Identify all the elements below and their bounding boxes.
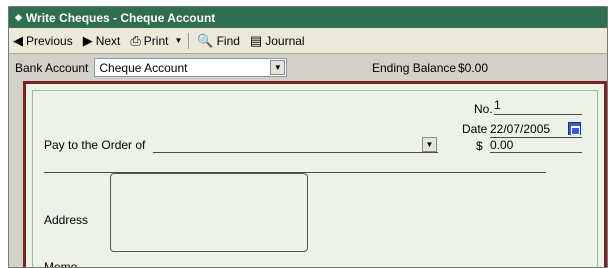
- printer-icon: ⎙: [130, 32, 141, 48]
- cheque-form: No. 1 Date 22/07/2005 Pay to the Order o…: [23, 81, 607, 268]
- pay-to-label: Pay to the Order of: [44, 138, 146, 152]
- address-textarea[interactable]: [110, 173, 308, 252]
- find-button[interactable]: 🔍 Find: [197, 33, 240, 49]
- print-button[interactable]: ⎙ Print: [130, 33, 168, 49]
- chevron-down-icon[interactable]: ▼: [270, 60, 286, 75]
- amount-value: 0.00: [490, 138, 514, 152]
- dollar-sign: $: [476, 139, 483, 153]
- find-label: Find: [216, 33, 240, 48]
- next-label: Next: [95, 33, 121, 48]
- previous-icon: ◀: [13, 32, 23, 48]
- print-dropdown-arrow[interactable]: ▼: [174, 36, 182, 45]
- ending-balance-label: Ending Balance: [372, 60, 457, 75]
- date-label: Date: [462, 122, 488, 136]
- previous-button[interactable]: ◀ Previous: [13, 33, 73, 49]
- cheque-no-value: 1: [494, 98, 501, 112]
- toolbar: ◀ Previous ▶ Next ⎙ Print ▼ 🔍 Find ▤ Jou…: [9, 28, 607, 54]
- bank-account-select[interactable]: Cheque Account ▼: [94, 58, 288, 77]
- bank-account-label: Bank Account: [15, 60, 89, 75]
- address-label: Address: [44, 213, 89, 227]
- payee-input[interactable]: [153, 136, 438, 153]
- window-title: Write Cheques - Cheque Account: [25, 10, 216, 25]
- title-bar[interactable]: ◆ Write Cheques - Cheque Account: [9, 7, 607, 28]
- memo-input[interactable]: [98, 258, 582, 267]
- cheque-no-field[interactable]: 1: [494, 98, 582, 115]
- calendar-icon[interactable]: [568, 122, 581, 135]
- bank-account-row: Bank Account Cheque Account ▼ Ending Bal…: [9, 55, 607, 80]
- next-button[interactable]: ▶ Next: [83, 33, 121, 49]
- print-label: Print: [143, 33, 169, 48]
- journal-icon: ▤: [249, 32, 263, 48]
- write-cheques-window: ◆ Write Cheques - Cheque Account ◀ Previ…: [8, 6, 608, 268]
- amount-input[interactable]: 0.00: [490, 136, 582, 153]
- toolbar-separator: [188, 32, 190, 49]
- window-menu-icon[interactable]: ◆: [15, 12, 22, 23]
- memo-label: Memo: [44, 260, 78, 268]
- journal-label: Journal: [265, 33, 305, 48]
- bank-account-value: Cheque Account: [99, 61, 188, 75]
- date-value: 22/07/2005: [490, 122, 551, 136]
- ending-balance-value: $0.00: [458, 60, 489, 75]
- journal-button[interactable]: ▤ Journal: [250, 33, 305, 49]
- find-icon: 🔍: [197, 32, 214, 48]
- cheque-no-label: No.: [474, 102, 493, 116]
- previous-label: Previous: [26, 33, 73, 48]
- next-icon: ▶: [82, 32, 93, 48]
- payee-dropdown-icon[interactable]: ▼: [422, 137, 437, 152]
